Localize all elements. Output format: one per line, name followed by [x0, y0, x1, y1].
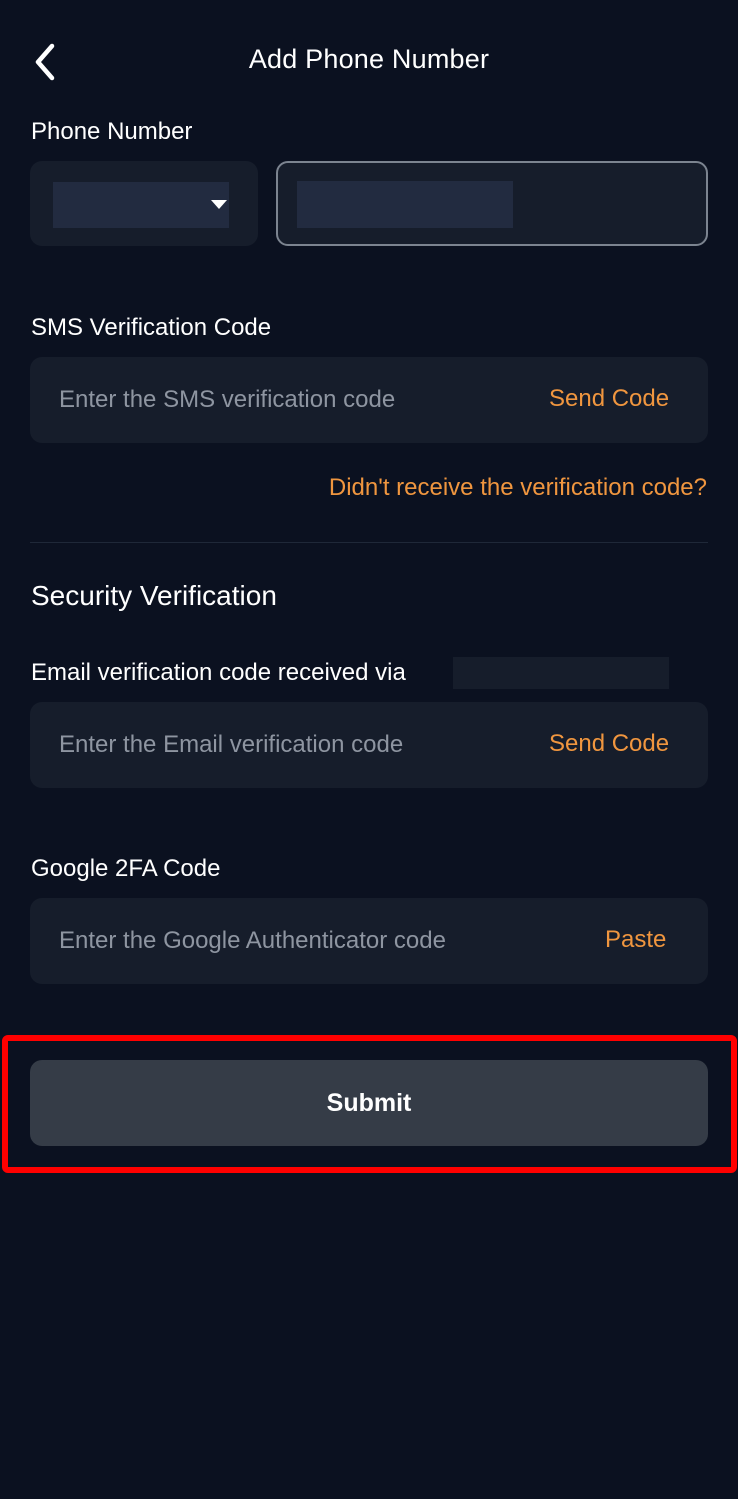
- phone-number-label: Phone Number: [31, 118, 193, 145]
- google-2fa-field[interactable]: Enter the Google Authenticator code Past…: [30, 898, 708, 984]
- country-code-value: [53, 182, 229, 228]
- caret-down-icon[interactable]: [211, 200, 227, 209]
- email-code-label: Email verification code received via: [31, 659, 406, 686]
- submit-button[interactable]: Submit: [30, 1060, 708, 1146]
- google-2fa-input[interactable]: Enter the Google Authenticator code: [59, 898, 446, 984]
- header: Add Phone Number: [0, 0, 738, 124]
- email-code-input[interactable]: Enter the Email verification code: [59, 702, 403, 788]
- phone-number-value: [297, 181, 513, 228]
- sms-code-field[interactable]: Enter the SMS verification code Send Cod…: [30, 357, 708, 443]
- email-code-field[interactable]: Enter the Email verification code Send C…: [30, 702, 708, 788]
- paste-button[interactable]: Paste: [605, 898, 666, 984]
- sms-code-label: SMS Verification Code: [31, 314, 272, 341]
- screen: Add Phone Number Phone Number SMS Verifi…: [0, 0, 738, 1499]
- email-send-code-button[interactable]: Send Code: [549, 702, 669, 788]
- email-address-value: [453, 657, 669, 689]
- google-2fa-label: Google 2FA Code: [31, 855, 221, 882]
- security-verification-title: Security Verification: [31, 580, 277, 611]
- divider: [30, 542, 708, 543]
- page-title: Add Phone Number: [248, 44, 490, 74]
- phone-number-input[interactable]: [276, 161, 708, 246]
- sms-code-input[interactable]: Enter the SMS verification code: [59, 357, 395, 443]
- sms-send-code-button[interactable]: Send Code: [549, 357, 669, 443]
- code-not-received-link[interactable]: Didn't receive the verification code?: [329, 474, 707, 502]
